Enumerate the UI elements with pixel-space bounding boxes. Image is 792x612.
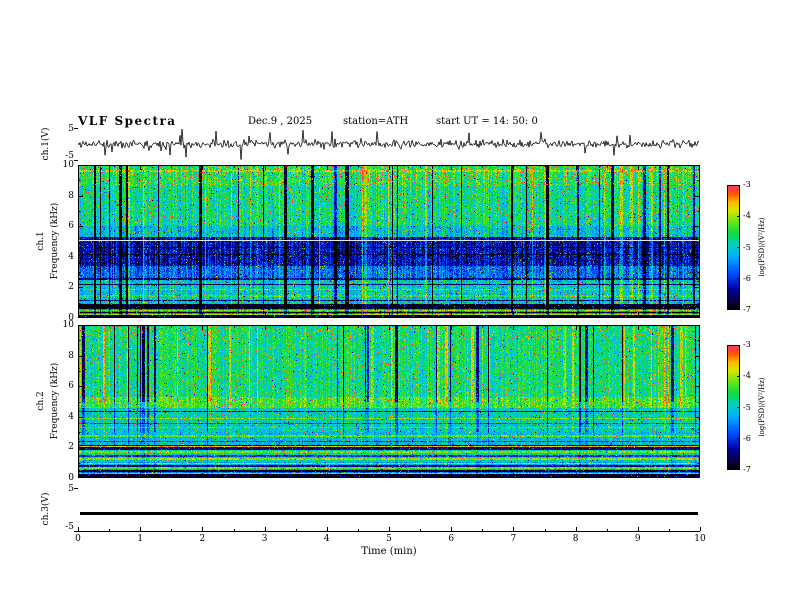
time-axis-label: Time (min)	[361, 546, 417, 557]
ch3-waveform-canvas	[78, 488, 700, 531]
ch1-spectrogram-channel-label: ch.1	[36, 231, 46, 251]
time-axis-minor-tick	[233, 529, 235, 531]
ch2-colorbar-tick-label: -5	[743, 402, 751, 412]
plot-date: Dec.9 , 2025	[248, 116, 313, 127]
time-axis-tick	[389, 527, 390, 531]
ch2_spectrogram-ytick-label: 0	[68, 473, 74, 483]
time-axis-tick	[140, 527, 142, 531]
ch2-colorbar-label: log(PSD)/(V²/Hz)	[758, 377, 766, 437]
time-axis-tick	[264, 527, 266, 531]
time-axis-minor-tick	[482, 529, 484, 531]
ch3_waveform-ytick-label: 5	[68, 484, 74, 494]
time-axis-tick-label: 2	[199, 534, 206, 544]
ch1_waveform-ytick-mark	[74, 160, 78, 161]
time-axis-tick-label: 5	[386, 534, 392, 544]
time-axis-minor-tick	[171, 529, 173, 531]
time-axis-tick	[78, 527, 79, 531]
ch2-colorbar-tick-label: -6	[743, 433, 751, 443]
time-axis-tick-label: 0	[75, 534, 81, 544]
time-axis-tick	[326, 527, 328, 531]
time-axis-minor-tick	[295, 529, 297, 531]
time-axis-minor-tick	[357, 529, 359, 531]
ch1-colorbar-tick-label: -4	[743, 211, 751, 221]
time-axis-tick	[451, 527, 453, 531]
ch2_spectrogram-ytick-label: 2	[68, 442, 74, 453]
ch1_spectrogram-ytick-label: 8	[68, 190, 74, 201]
time-axis-minor-tick	[420, 529, 422, 531]
ch1_waveform-ytick-mark	[74, 128, 78, 129]
ch2-colorbar-canvas	[727, 345, 740, 470]
ch3-voltage-axis-label: ch.3(V)	[41, 492, 51, 526]
ch1_waveform-ytick-label: -5	[65, 151, 74, 161]
time-axis-minor-tick	[606, 529, 608, 531]
ch1-colorbar-tick-label: -7	[743, 305, 751, 314]
time-axis-tick-label: 4	[323, 534, 330, 544]
ch1_spectrogram-ytick-label: 6	[68, 221, 74, 232]
time-axis-tick	[637, 527, 639, 531]
time-axis-tick-label: 1	[137, 534, 144, 544]
ch3_waveform-ytick-mark	[74, 531, 78, 532]
time-axis-tick	[575, 527, 577, 531]
ch2-spectrogram-channel-label: ch.2	[36, 391, 46, 411]
time-axis-line	[78, 531, 700, 532]
start-ut-label: start UT = 14: 50: 0	[436, 116, 538, 127]
ch1_waveform-ytick-label: 5	[68, 124, 74, 134]
vlf-spectra-plot: VLF Spectra Dec.9 , 2025 station=ATH sta…	[0, 0, 792, 612]
time-axis-tick	[202, 527, 204, 531]
ch1_spectrogram-ytick-label: 4	[68, 251, 74, 262]
time-axis-tick-label: 3	[261, 534, 268, 544]
ch1_spectrogram-ytick-label: 2	[68, 282, 74, 293]
ch2-frequency-axis-label: Frequency (kHz)	[50, 362, 60, 440]
time-axis-tick-label: 6	[448, 534, 455, 544]
ch2-colorbar-tick-label: -4	[743, 371, 751, 381]
ch1-spectrogram-canvas	[78, 165, 700, 318]
ch3_waveform-ytick-label: -5	[65, 522, 74, 532]
ch1-colorbar-tick-label: -3	[743, 180, 751, 189]
time-axis-tick-label: 7	[510, 534, 517, 544]
ch3_waveform-ytick-mark	[74, 488, 78, 489]
time-axis-minor-tick	[668, 529, 670, 531]
ch1-colorbar-canvas	[727, 185, 740, 310]
time-axis-minor-tick	[544, 529, 546, 531]
ch2_spectrogram-ytick-label: 8	[68, 350, 74, 361]
ch2-spectrogram-canvas	[78, 325, 700, 478]
ch1-colorbar-label: log(PSD)/(V²/Hz)	[758, 217, 766, 277]
plot-title: VLF Spectra	[78, 114, 177, 128]
ch2_spectrogram-ytick-label: 6	[68, 381, 74, 392]
ch2_spectrogram-ytick-label: 10	[62, 320, 74, 330]
ch1-waveform-canvas	[78, 128, 700, 160]
time-axis-tick-label: 10	[694, 534, 706, 544]
ch2-colorbar-tick-label: -7	[743, 465, 751, 474]
time-axis-tick	[700, 527, 701, 531]
ch1-colorbar-tick-label: -5	[743, 242, 751, 252]
time-axis-tick-label: 8	[572, 534, 579, 544]
ch1_spectrogram-ytick-label: 10	[62, 160, 74, 170]
time-axis-minor-tick	[109, 529, 111, 531]
time-axis-tick-label: 9	[634, 534, 641, 544]
time-axis-tick	[513, 527, 515, 531]
ch2-colorbar-tick-label: -3	[743, 340, 751, 349]
ch2_spectrogram-ytick-label: 4	[68, 411, 74, 422]
ch1-frequency-axis-label: Frequency (kHz)	[50, 202, 60, 280]
ch1-colorbar-tick-label: -6	[743, 273, 751, 283]
station-label: station=ATH	[343, 116, 409, 127]
